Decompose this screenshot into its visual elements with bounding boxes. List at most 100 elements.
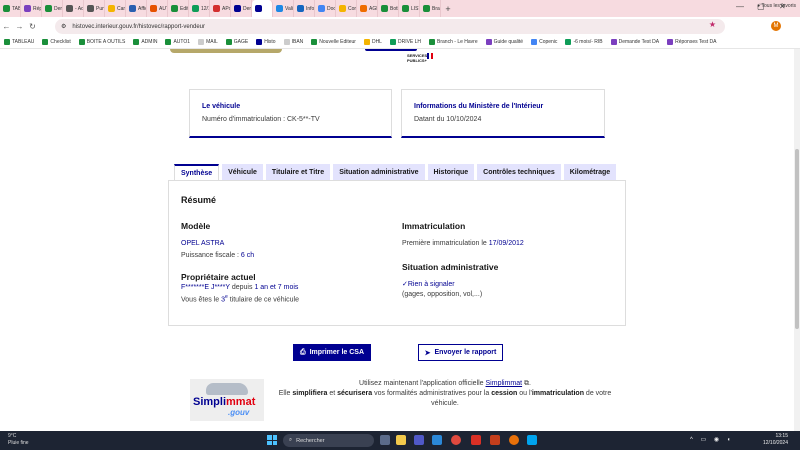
scrollbar-thumb[interactable] (795, 149, 799, 329)
weather-widget[interactable]: 9°C Pluie fine (8, 433, 29, 447)
browser-tab-label: Dem (54, 5, 62, 12)
promo-line-1: Utilisez maintenant l'application offici… (359, 380, 531, 387)
browser-tab-label: LIST (411, 5, 419, 12)
teams-icon[interactable] (414, 435, 424, 445)
browser-tab[interactable]: Dem (231, 0, 252, 17)
browser-tab[interactable]: Affic (126, 0, 147, 17)
browser-tab-label: Car (117, 5, 126, 12)
bookmark-item[interactable]: Réponses Test DA (667, 39, 716, 45)
bookmark-favicon-icon (311, 39, 318, 45)
bookmark-item[interactable]: Copenic (531, 39, 557, 45)
bookmark-item[interactable]: Branch - Le Havre (429, 39, 478, 45)
browser-tab[interactable]: Puni (84, 0, 105, 17)
browser-tab-label: Con (348, 5, 357, 12)
print-csa-button[interactable]: ⎙ Imprimer le CSA (293, 344, 371, 361)
bookmark-star-icon[interactable]: ★ (709, 20, 716, 29)
browser-tab[interactable]: LIST (399, 0, 420, 17)
browser-tab[interactable]: Both (378, 0, 399, 17)
acrobat-icon[interactable] (471, 435, 481, 445)
ministry-card-title: Informations du Ministère de l'Intérieur (414, 103, 544, 110)
send-report-button[interactable]: ➤ Envoyer le rapport (418, 344, 503, 361)
browser-tab[interactable]: AUT (147, 0, 168, 17)
browser-tab-label: Puni (96, 5, 105, 12)
vehicle-card: Le véhicule Numéro d'immatriculation : C… (189, 89, 392, 138)
tab-synthese[interactable]: Synthèse (174, 164, 220, 181)
car-icon (206, 383, 248, 395)
taskbar-search[interactable]: ⌕ Rechercher (283, 434, 374, 447)
clock-time: 13:15 (775, 433, 788, 439)
task-view-icon[interactable] (380, 435, 390, 445)
bookmark-item[interactable]: MAIL (198, 39, 218, 45)
mail-icon[interactable] (432, 435, 442, 445)
tab-favicon-icon (3, 5, 10, 12)
windows-start-icon[interactable] (267, 435, 277, 445)
browser-tab[interactable]: Répc (21, 0, 42, 17)
bookmark-item[interactable]: BOITE A OUTILS (78, 39, 125, 45)
browser-tab[interactable]: Editi (168, 0, 189, 17)
bookmark-item[interactable]: Nouvelle Editeur (311, 39, 356, 45)
browser-tab[interactable]: AGE (357, 0, 378, 17)
site-info-icon[interactable]: ⚙ (61, 23, 66, 30)
browser-tab[interactable]: Bran (420, 0, 441, 17)
model-name: OPEL ASTRA (181, 240, 225, 247)
browser-tab[interactable]: Info (294, 0, 315, 17)
bookmark-item[interactable]: AUTO1 (165, 39, 190, 45)
browser-tab[interactable]: Doc (315, 0, 336, 17)
tab-titulaire[interactable]: Titulaire et Titre (265, 164, 331, 180)
owner-rank-prefix: Vous êtes le (181, 296, 222, 304)
browser-tab-label: - Ad (75, 5, 84, 12)
minimize-icon[interactable]: — (736, 2, 744, 11)
new-tab-button[interactable]: + (441, 4, 455, 14)
bookmark-item[interactable]: DHL (363, 39, 382, 45)
browser-tab[interactable]: - Ad (63, 0, 84, 17)
browser-tab[interactable] (252, 0, 273, 17)
browser-tab[interactable]: Car (105, 0, 126, 17)
tab-controles-techniques[interactable]: Contrôles techniques (477, 164, 561, 180)
bookmark-item[interactable]: -6 mois/- RIB (565, 39, 603, 45)
simplimmat-logo[interactable]: Simplimmat .gouv (190, 379, 264, 421)
browser-tab[interactable]: Con (336, 0, 357, 17)
powerpoint-icon[interactable] (490, 435, 500, 445)
bookmark-item[interactable]: IBAN (283, 39, 303, 45)
page-scrollbar[interactable] (794, 49, 800, 431)
bookmark-item[interactable]: GAGE (225, 39, 248, 45)
bookmark-item[interactable]: ADMIN (133, 39, 157, 45)
reload-icon[interactable]: ↻ (26, 22, 39, 31)
bookmark-item[interactable]: Checklist (42, 39, 71, 45)
printer-icon: ⎙ (299, 348, 306, 356)
back-icon[interactable]: ← (0, 22, 13, 31)
skype-icon[interactable] (527, 435, 537, 445)
browser-tab-label: Both (390, 5, 398, 12)
browser-tab-label: TABL (12, 5, 20, 12)
chrome-icon[interactable] (451, 435, 461, 445)
tab-historique[interactable]: Historique (427, 164, 475, 180)
search-icon: ⌕ (289, 437, 293, 443)
simplimmat-link[interactable]: Simplimmat (486, 380, 523, 387)
bookmark-label: Copenic (539, 39, 558, 45)
bookmark-item[interactable]: Demande Test DA (610, 39, 659, 45)
browser-tab[interactable]: APo (210, 0, 231, 17)
system-tray-icons[interactable]: ^ ▭ ◉ ◖ (690, 436, 733, 443)
tab-situation-administrative[interactable]: Situation administrative (333, 164, 425, 180)
admin-status: ✓Rien à signaler (402, 280, 455, 288)
report-tabs: Synthèse Véhicule Titulaire et Titre Sit… (174, 164, 617, 181)
url-input[interactable]: ⚙ histovec.interieur.gouv.fr/histovec/ra… (55, 19, 725, 34)
browser-tab[interactable]: TABL (0, 0, 21, 17)
browser-tab[interactable]: 12/1 (189, 0, 210, 17)
send-report-label: Envoyer le rapport (434, 349, 497, 356)
bookmark-item[interactable]: DRIVE LH (389, 39, 421, 45)
forward-icon[interactable]: → (13, 22, 26, 31)
file-explorer-icon[interactable] (396, 435, 406, 445)
bookmark-item[interactable]: Guide qualité (485, 39, 523, 45)
browser-tab[interactable]: Vali (273, 0, 294, 17)
all-bookmarks[interactable]: ▸ Tous les favoris (758, 3, 796, 9)
bookmark-item[interactable]: Histo (256, 39, 276, 45)
profile-avatar[interactable]: M (771, 21, 781, 31)
clock[interactable]: 13:15 12/10/2024 (763, 433, 788, 447)
owner-since-label: depuis (229, 284, 255, 291)
browser-tab[interactable]: Dem (42, 0, 63, 17)
chrome-profile-icon[interactable] (509, 435, 519, 445)
tab-kilometrage[interactable]: Kilométrage (563, 164, 617, 180)
bookmark-item[interactable]: TABLEAU (4, 39, 34, 45)
tab-vehicule[interactable]: Véhicule (222, 164, 263, 180)
